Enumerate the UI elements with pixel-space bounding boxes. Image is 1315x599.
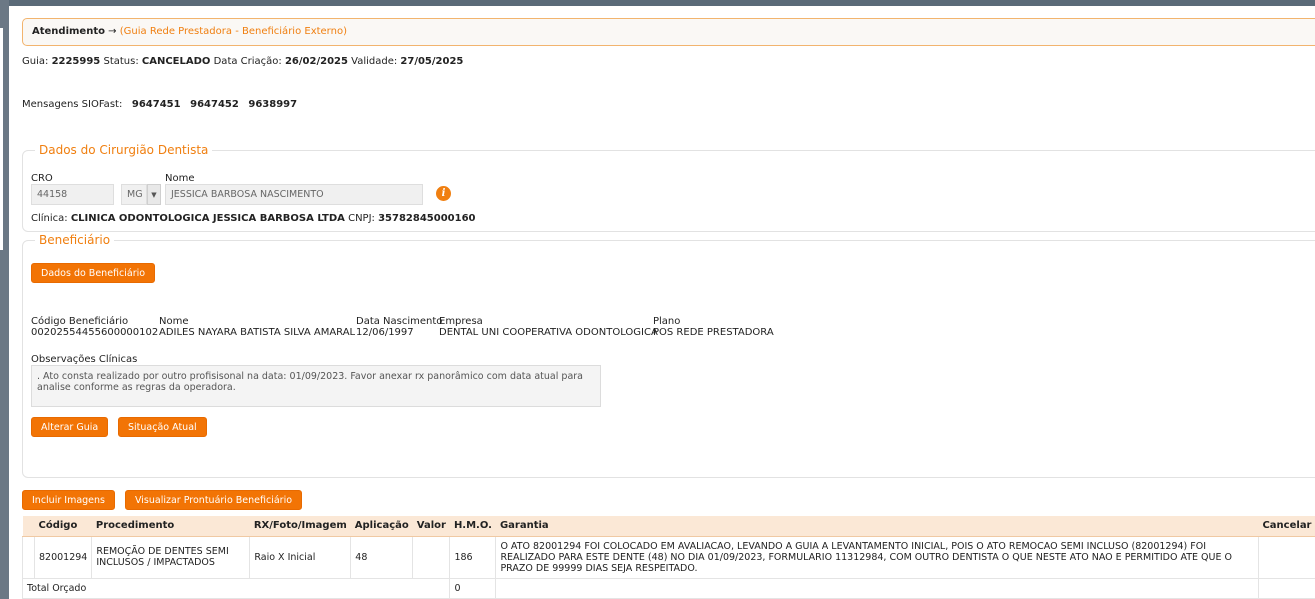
mensagem-number: 9647451 bbox=[131, 99, 181, 110]
data-nascimento-label: Data Nascimento bbox=[356, 316, 443, 327]
situacao-atual-button[interactable]: Situação Atual bbox=[118, 417, 207, 437]
cancelar-cell[interactable] bbox=[1257, 535, 1315, 579]
total-row: Total Orçado 0 bbox=[21, 577, 1315, 599]
left-frame-indicator bbox=[0, 28, 3, 250]
column-header-codigo: Código bbox=[34, 516, 92, 537]
column-header-rx: RX/Foto/Imagem bbox=[249, 516, 351, 537]
table-header-row: Código Procedimento RX/Foto/Imagem Aplic… bbox=[22, 516, 1315, 537]
observacoes-label: Observações Clínicas bbox=[31, 354, 138, 365]
codigo-cell: 82001294 bbox=[33, 535, 93, 579]
row-select-cell bbox=[22, 535, 35, 579]
chevron-down-icon[interactable]: ▼ bbox=[147, 184, 161, 205]
total-garantia-cell bbox=[495, 577, 1259, 599]
main-content: Atendimento → (Guia Rede Prestadora - Be… bbox=[9, 6, 1315, 599]
data-nascimento-value: 12/06/1997 bbox=[356, 327, 414, 338]
empresa-value: DENTAL UNI COOPERATIVA ODONTOLOGICA bbox=[439, 327, 658, 338]
codigo-beneficiario-label: Código Beneficiário bbox=[31, 316, 129, 327]
hmo-cell: 186 bbox=[449, 535, 497, 579]
data-criacao-value: 26/02/2025 bbox=[284, 56, 348, 67]
aplicacao-cell: 48 bbox=[350, 535, 414, 579]
plano-label: Plano bbox=[653, 316, 681, 327]
column-header-hmo: H.M.O. bbox=[449, 516, 496, 537]
mensagens-label: Mensagens SIOFast: bbox=[22, 99, 123, 110]
breadcrumb-title: Atendimento bbox=[32, 26, 105, 37]
breadcrumb-arrow: → bbox=[108, 26, 117, 37]
beneficiario-legend: Beneficiário bbox=[35, 233, 115, 247]
cro-label: CRO bbox=[31, 173, 53, 184]
nome-dentista-input[interactable]: JESSICA BARBOSA NASCIMENTO bbox=[165, 184, 423, 205]
procedimentos-table: Código Procedimento RX/Foto/Imagem Aplic… bbox=[21, 516, 1315, 599]
beneficiario-fieldset: Beneficiário Dados do Beneficiário Códig… bbox=[22, 233, 1315, 478]
codigo-beneficiario-value: 00202554455600000102 bbox=[31, 327, 159, 338]
alterar-guia-button[interactable]: Alterar Guia bbox=[31, 417, 109, 437]
data-criacao-label: Data Criação: bbox=[213, 56, 282, 67]
guia-label: Guia: bbox=[22, 56, 49, 67]
mensagens-siofast-line: Mensagens SIOFast: 9647451 9647452 96389… bbox=[22, 99, 297, 110]
rx-cell: Raio X Inicial bbox=[249, 535, 352, 579]
column-header-garantia: Garantia bbox=[495, 516, 1259, 537]
plano-value: POS REDE PRESTADORA bbox=[653, 327, 774, 338]
garantia-cell: O ATO 82001294 FOI COLOCADO EM AVALIACAO… bbox=[495, 535, 1259, 579]
total-value: 0 bbox=[449, 577, 497, 599]
uf-select[interactable]: MG bbox=[121, 184, 147, 205]
validade-label: Validade: bbox=[351, 56, 398, 67]
mensagem-number: 9647452 bbox=[190, 99, 239, 110]
nome-dentista-label: Nome bbox=[165, 173, 195, 184]
table-row: 82001294 REMOÇÃO DE DENTES SEMI INCLUSOS… bbox=[22, 535, 1315, 579]
nome-beneficiario-label: Nome bbox=[159, 316, 189, 327]
breadcrumb: Atendimento → (Guia Rede Prestadora - Be… bbox=[22, 18, 1315, 46]
cnpj-value: 35782845000160 bbox=[378, 213, 476, 224]
valor-cell bbox=[412, 535, 451, 579]
dentista-fieldset: Dados do Cirurgião Dentista CRO 44158 MG… bbox=[22, 143, 1315, 232]
column-header-aplicacao: Aplicação bbox=[350, 516, 413, 537]
guia-info-line: Guia: 2225995 Status: CANCELADO Data Cri… bbox=[22, 56, 463, 67]
observacoes-textarea[interactable]: . Ato consta realizado por outro profisi… bbox=[31, 365, 601, 407]
clinica-value: CLINICA ODONTOLOGICA JESSICA BARBOSA LTD… bbox=[70, 213, 345, 224]
cro-input[interactable]: 44158 bbox=[31, 184, 114, 205]
total-cancelar-cell bbox=[1257, 577, 1315, 599]
column-header-valor: Valor bbox=[412, 516, 450, 537]
nome-beneficiario-value: ADILES NAYARA BATISTA SILVA AMARAL bbox=[159, 327, 356, 338]
status-value: CANCELADO bbox=[141, 56, 211, 67]
clinica-label: Clínica: bbox=[31, 213, 68, 224]
visualizar-prontuario-button[interactable]: Visualizar Prontuário Beneficiário bbox=[125, 490, 303, 510]
procedimento-cell: REMOÇÃO DE DENTES SEMI INCLUSOS / IMPACT… bbox=[91, 535, 251, 579]
validade-value: 27/05/2025 bbox=[400, 56, 464, 67]
mensagem-number: 9638997 bbox=[248, 99, 298, 110]
dados-beneficiario-button[interactable]: Dados do Beneficiário bbox=[31, 263, 156, 283]
dentista-legend: Dados do Cirurgião Dentista bbox=[35, 143, 213, 157]
guia-number: 2225995 bbox=[51, 56, 101, 67]
column-header-procedimento: Procedimento bbox=[91, 516, 250, 537]
cnpj-label: CNPJ: bbox=[348, 213, 375, 224]
empresa-label: Empresa bbox=[439, 316, 483, 327]
incluir-imagens-button[interactable]: Incluir Imagens bbox=[22, 490, 115, 510]
clinica-line: Clínica: CLINICA ODONTOLOGICA JESSICA BA… bbox=[31, 213, 476, 224]
breadcrumb-subtitle: (Guia Rede Prestadora - Beneficiário Ext… bbox=[119, 26, 347, 37]
info-icon[interactable]: i bbox=[436, 186, 451, 201]
column-header-select bbox=[22, 516, 35, 537]
column-header-cancelar: Cancelar bbox=[1258, 516, 1315, 537]
status-label: Status: bbox=[103, 56, 139, 67]
total-label: Total Orçado bbox=[21, 577, 451, 599]
left-frame-strip bbox=[0, 0, 9, 599]
